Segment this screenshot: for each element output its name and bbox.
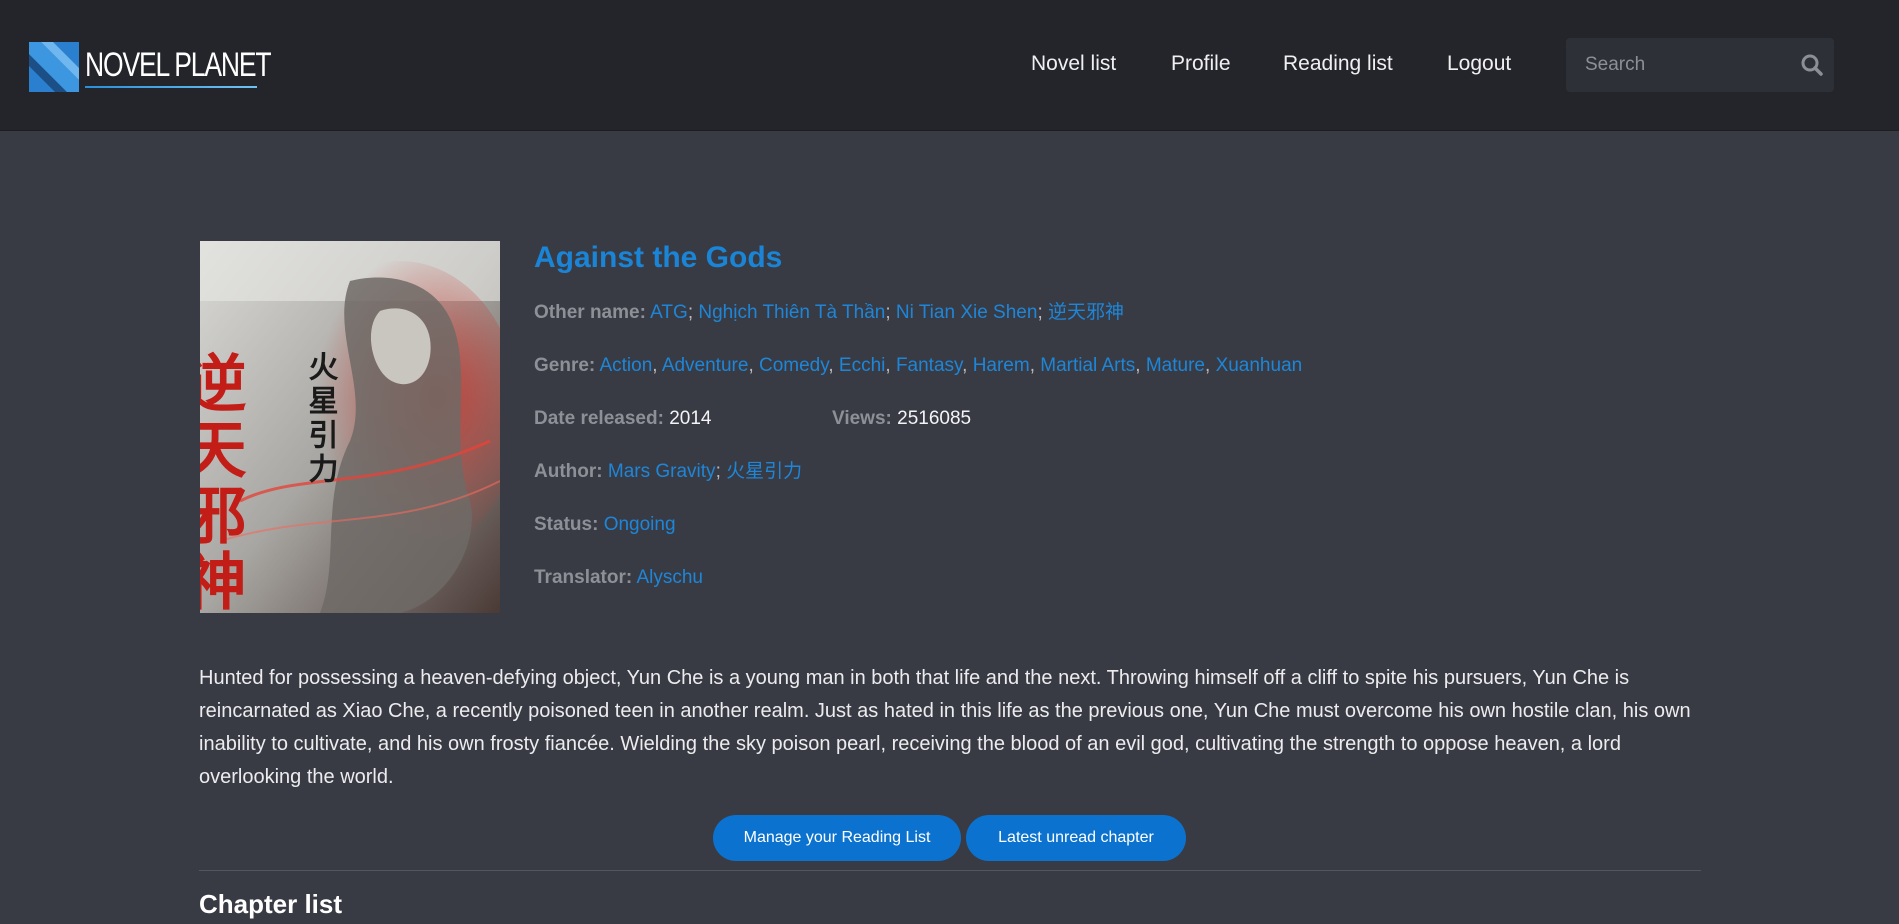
other-name-link[interactable]: Ni Tian Xie Shen — [896, 302, 1038, 323]
site-header: NOVEL PLANET Novel list Profile Reading … — [0, 0, 1899, 131]
status-link[interactable]: Ongoing — [604, 514, 676, 535]
novel-cover-image: 逆天邪神 火星引力 — [200, 241, 500, 613]
date-released-value: 2014 — [669, 408, 712, 429]
manage-reading-list-button[interactable]: Manage your Reading List — [713, 815, 961, 861]
genre-link-harem[interactable]: Harem — [973, 355, 1030, 376]
views-value: 2516085 — [897, 408, 972, 429]
translator-label: Translator: — [534, 567, 633, 588]
other-name-label: Other name: — [534, 302, 646, 323]
latest-unread-chapter-button[interactable]: Latest unread chapter — [966, 815, 1186, 861]
genre-link-xuanhuan[interactable]: Xuanhuan — [1216, 355, 1303, 376]
chapter-list-heading: Chapter list — [199, 889, 343, 919]
logo-mark-icon — [29, 42, 79, 92]
date-released-label: Date released: — [534, 408, 664, 429]
author-row: Author: Mars Gravity; 火星引力 — [534, 461, 803, 482]
section-divider — [199, 870, 1701, 871]
brand-underline — [85, 86, 257, 88]
genre-label: Genre: — [534, 355, 596, 376]
nav-profile[interactable]: Profile — [1171, 46, 1231, 82]
status-label: Status: — [534, 514, 599, 535]
genre-link-martial-arts[interactable]: Martial Arts — [1040, 355, 1135, 376]
translator-link[interactable]: Alyschu — [636, 567, 703, 588]
genre-link-ecchi[interactable]: Ecchi — [839, 355, 885, 376]
cover-author-glyphs: 火星引力 — [303, 351, 339, 487]
cover-title-glyphs: 逆天邪神 — [200, 351, 247, 613]
other-name-link[interactable]: ATG — [650, 302, 688, 323]
author-link[interactable]: 火星引力 — [726, 461, 802, 482]
novel-description: Hunted for possessing a heaven-defying o… — [199, 667, 1691, 788]
nav-logout[interactable]: Logout — [1447, 46, 1511, 82]
views-label: Views: — [832, 408, 892, 429]
novel-title: Against the Gods — [534, 241, 783, 274]
genre-link-mature[interactable]: Mature — [1146, 355, 1205, 376]
other-name-link[interactable]: Nghịch Thiên Tà Thần — [698, 302, 885, 323]
nav-reading-list[interactable]: Reading list — [1283, 46, 1393, 82]
search-input[interactable] — [1566, 38, 1795, 92]
views-row: Views: 2516085 — [832, 406, 971, 432]
other-name-link[interactable]: 逆天邪神 — [1048, 302, 1124, 323]
genre-link-adventure[interactable]: Adventure — [662, 355, 749, 376]
author-link[interactable]: Mars Gravity — [608, 461, 716, 482]
other-names-row: Other name: ATG; Nghịch Thiên Tà Thần; N… — [534, 302, 1125, 323]
translator-row: Translator: Alyschu — [534, 565, 703, 591]
search-box — [1566, 38, 1834, 92]
genre-link-comedy[interactable]: Comedy — [759, 355, 828, 376]
site-logo[interactable]: NOVEL PLANET — [29, 42, 323, 92]
author-label: Author: — [534, 461, 603, 482]
cover-illustration: 逆天邪神 火星引力 — [200, 241, 500, 613]
search-icon[interactable] — [1800, 53, 1824, 77]
genre-link-action[interactable]: Action — [599, 355, 652, 376]
nav-novel-list[interactable]: Novel list — [1031, 46, 1116, 82]
brand-name: NOVEL PLANET — [85, 46, 272, 84]
genre-link-fantasy[interactable]: Fantasy — [896, 355, 962, 376]
genres-row: Genre: Action, Adventure, Comedy, Ecchi,… — [534, 355, 1303, 376]
status-row: Status: Ongoing — [534, 512, 676, 538]
date-released-row: Date released: 2014 — [534, 406, 711, 432]
